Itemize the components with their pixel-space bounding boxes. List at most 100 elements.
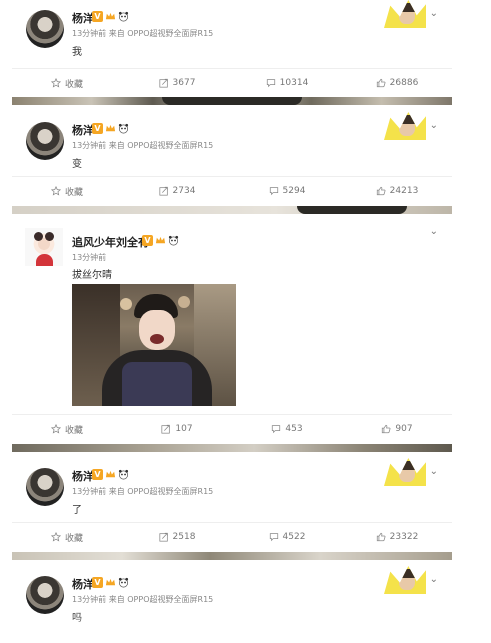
verified-badge: V [92,577,103,588]
star-icon [50,186,61,196]
comment-icon [272,425,281,434]
repost-button[interactable]: 3677 [122,78,232,88]
post-meta: 13分钟前 来自 OPPO超视野全面屏R15 [72,29,214,38]
repost-button[interactable]: 2518 [122,532,232,542]
post-card: 杨洋 V ⌄ 13分钟前 来自 OPPO超视野全面屏R15 我 [12,0,452,64]
like-button[interactable]: 24213 [342,186,452,196]
chevron-down-icon[interactable]: ⌄ [430,574,438,585]
background-strip [12,444,452,452]
comment-icon [269,187,278,196]
post-text: 拔丝尔晴 [72,270,112,281]
panda-icon [118,123,129,134]
favorite-label: 收藏 [64,187,83,198]
like-button[interactable]: 23322 [342,532,452,542]
favorite-button[interactable]: 收藏 [12,531,122,544]
fan-badge [384,112,426,140]
panda-icon [168,235,179,246]
star-icon [50,532,61,542]
author-name[interactable]: 杨洋 [72,468,94,484]
favorite-button[interactable]: 收藏 [12,423,122,436]
repost-count: 3677 [172,78,196,88]
star-icon [50,78,61,88]
verified-badge: V [92,11,103,22]
post-card: 追风少年刘全有 V ⌄ 13分钟前 拔丝尔晴 [12,226,452,410]
background-strip [12,552,452,560]
favorite-label: 收藏 [64,533,83,544]
badge-group: V [92,469,129,481]
comment-icon [269,533,278,542]
favorite-label: 收藏 [64,425,83,436]
avatar[interactable] [26,468,64,506]
crown-icon [105,470,116,478]
fan-badge [384,566,426,594]
repost-button[interactable]: 107 [122,424,232,434]
crown-icon [105,124,116,132]
comment-count: 10314 [279,78,309,88]
panda-icon [118,469,129,480]
action-bar: 收藏 2518 4522 23322 [12,525,452,549]
verified-badge: V [142,235,153,246]
verified-badge: V [92,123,103,134]
repost-count: 107 [175,424,193,434]
author-name[interactable]: 杨洋 [72,10,94,26]
chevron-down-icon[interactable]: ⌄ [430,226,438,237]
repost-button[interactable]: 2734 [122,186,232,196]
comment-icon [266,79,275,88]
fan-badge [384,458,426,486]
post-meta: 13分钟前 来自 OPPO超视野全面屏R15 [72,595,214,604]
post-text: 了 [72,505,82,516]
comment-button[interactable]: 10314 [232,78,342,88]
avatar[interactable] [26,576,64,614]
panda-icon [118,11,129,22]
comment-button[interactable]: 4522 [232,532,342,542]
chevron-down-icon[interactable]: ⌄ [430,466,438,477]
author-name[interactable]: 杨洋 [72,576,94,592]
author-name[interactable]: 杨洋 [72,122,94,138]
badge-group: V [92,11,129,23]
favorite-button[interactable]: 收藏 [12,185,122,198]
post-text: 变 [72,159,82,170]
panda-icon [118,577,129,588]
like-count: 23322 [389,532,419,542]
post-card: 杨洋 V ⌄ 13分钟前 来自 OPPO超视野全面屏R15 变 [12,112,452,176]
badge-group: V [92,123,129,135]
repost-icon [159,532,168,542]
avatar[interactable] [26,10,64,48]
bottom-fade [0,615,491,643]
badge-group: V [92,577,129,589]
avatar[interactable] [25,228,63,266]
like-button[interactable]: 907 [342,424,452,434]
like-count: 907 [395,424,413,434]
favorite-button[interactable]: 收藏 [12,77,122,90]
divider [12,68,452,69]
author-name[interactable]: 追风少年刘全有 [72,234,149,250]
post-card: 杨洋 V ⌄ 13分钟前 来自 OPPO超视野全面屏R15 了 [12,458,452,522]
background-strip [12,97,452,105]
crown-icon [155,236,166,244]
comment-button[interactable]: 453 [232,424,342,434]
like-button[interactable]: 26886 [342,78,452,88]
crown-icon [105,12,116,20]
repost-count: 2734 [172,186,196,196]
verified-badge: V [92,469,103,480]
badge-group: V [142,235,179,247]
star-icon [50,424,61,434]
post-text: 我 [72,47,82,58]
repost-icon [161,424,171,434]
post-image[interactable] [72,284,236,406]
thumbs-up-icon [376,532,386,542]
comment-button[interactable]: 5294 [232,186,342,196]
thumbs-up-icon [382,424,391,434]
action-bar: 收藏 3677 10314 26886 [12,71,452,95]
thumbs-up-icon [376,186,386,196]
chevron-down-icon[interactable]: ⌄ [430,120,438,131]
like-count: 24213 [389,186,419,196]
post-meta: 13分钟前 来自 OPPO超视野全面屏R15 [72,141,214,150]
chevron-down-icon[interactable]: ⌄ [430,8,438,19]
divider [12,176,452,177]
divider [12,522,452,523]
repost-icon [159,186,168,196]
avatar[interactable] [26,122,64,160]
comment-count: 453 [285,424,303,434]
action-bar: 收藏 2734 5294 24213 [12,179,452,203]
